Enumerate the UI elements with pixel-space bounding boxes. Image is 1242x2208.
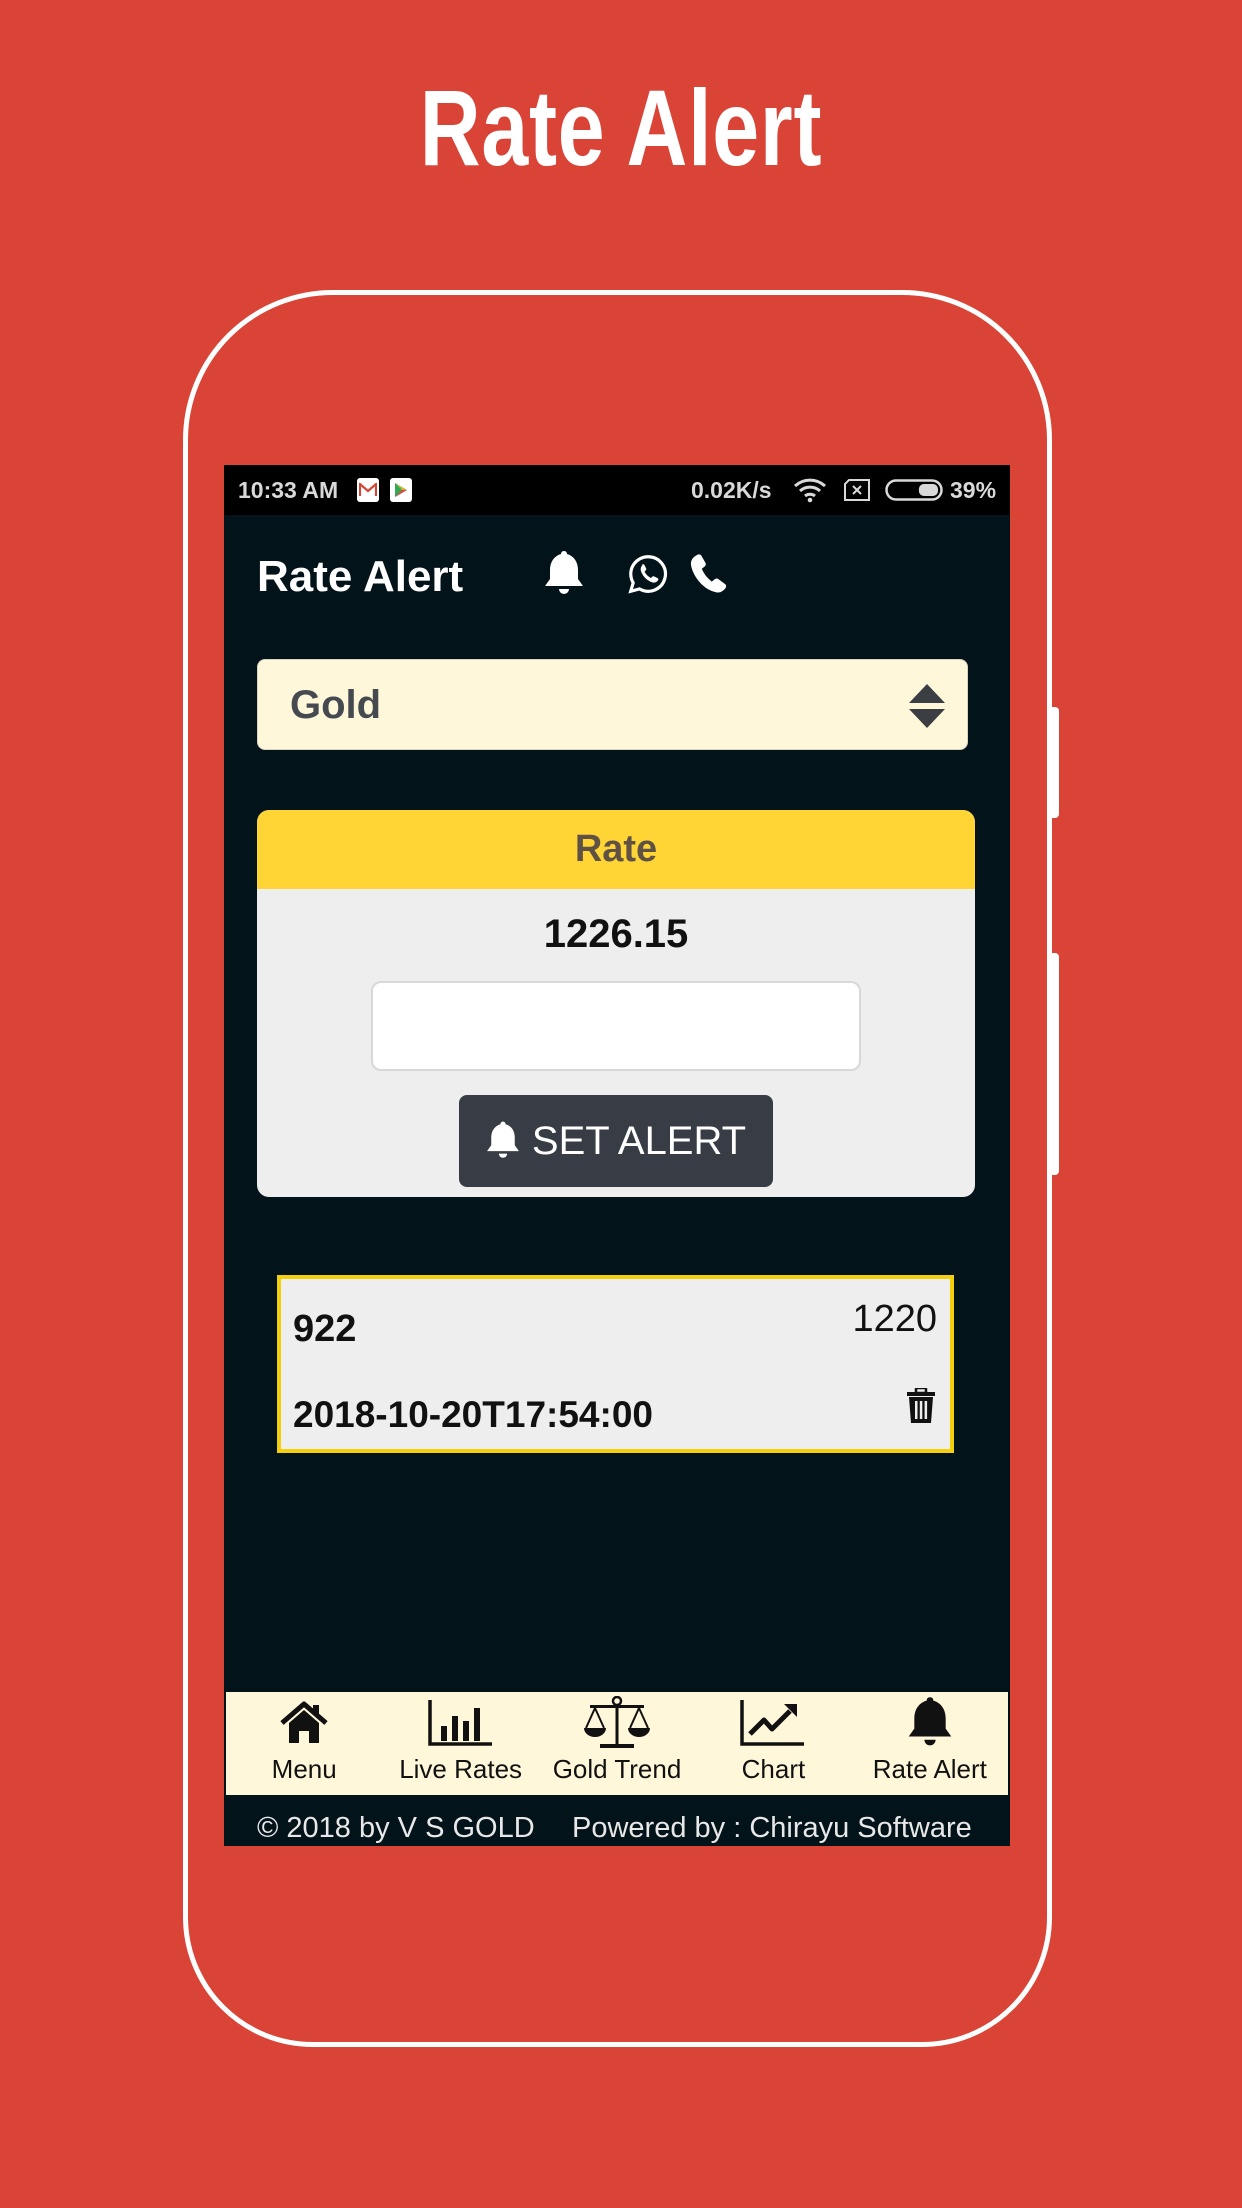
nav-label: Rate Alert [872,1754,987,1784]
bar-chart-icon [382,1698,538,1748]
bell-icon[interactable] [544,549,584,599]
alert-id: 922 [293,1308,357,1350]
sort-arrows-icon [909,684,945,728]
play-store-icon [390,465,412,515]
rate-card-header: Rate [257,810,975,889]
trash-icon [907,1388,935,1423]
bottom-nav: Menu Live Rates Gold Trend Chart Rate Al… [226,1692,1008,1795]
nav-item-live-rates[interactable]: Live Rates [382,1692,538,1795]
line-chart-icon [695,1698,851,1748]
status-time: 10:33 AM [238,476,339,503]
battery-percent: 39% [950,476,997,503]
set-alert-label: SET ALERT [531,1118,747,1163]
battery-icon [885,465,943,515]
current-rate: 1226.15 [543,912,689,956]
delete-alert-button[interactable] [904,1387,938,1425]
alert-list-item: 922 1220 2018-10-20T17:54:00 [277,1275,954,1453]
metal-select-value: Gold [290,683,382,727]
nav-label: Chart [741,1754,806,1784]
gmail-icon [357,465,379,515]
nav-label: Live Rates [399,1754,523,1784]
phone-side-button-volume [1049,953,1059,1175]
bell-icon [852,1697,1008,1748]
bell-icon [486,1121,519,1158]
wifi-icon [793,465,827,515]
home-icon [226,1698,382,1748]
alert-rate-input[interactable] [371,981,861,1071]
footer: © 2018 by V S GOLD Powered by : Chirayu … [224,1795,1010,1846]
promo-title: Rate Alert [419,67,823,188]
footer-copyright: © 2018 by V S GOLD [257,1812,535,1844]
phone-icon[interactable] [688,549,728,599]
status-bar: 10:33 AM 0.02K/s 39% [224,465,1010,515]
rate-card: Rate 1226.15 SET ALERT [257,810,975,1197]
phone-screen: 10:33 AM 0.02K/s 39% Rate Alert Gold Rat… [224,465,1010,1846]
phone-side-button-power [1049,707,1059,818]
nav-label: Gold Trend [552,1754,682,1784]
nav-item-chart[interactable]: Chart [695,1692,851,1795]
set-alert-button[interactable]: SET ALERT [459,1095,773,1187]
alert-target-rate: 1220 [852,1298,937,1340]
nav-item-gold-trend[interactable]: Gold Trend [539,1692,695,1795]
network-speed: 0.02K/s [691,476,772,503]
nav-item-menu[interactable]: Menu [226,1692,382,1795]
scale-icon [539,1696,695,1748]
metal-select[interactable]: Gold [257,659,968,750]
footer-powered-by: Powered by : Chirayu Software [572,1812,972,1844]
alert-datetime: 2018-10-20T17:54:00 [293,1394,653,1435]
page-title: Rate Alert [257,552,464,601]
whatsapp-icon[interactable] [628,549,668,599]
nav-item-rate-alert[interactable]: Rate Alert [852,1692,1008,1795]
no-sim-icon [843,465,871,515]
nav-label: Menu [271,1754,337,1784]
